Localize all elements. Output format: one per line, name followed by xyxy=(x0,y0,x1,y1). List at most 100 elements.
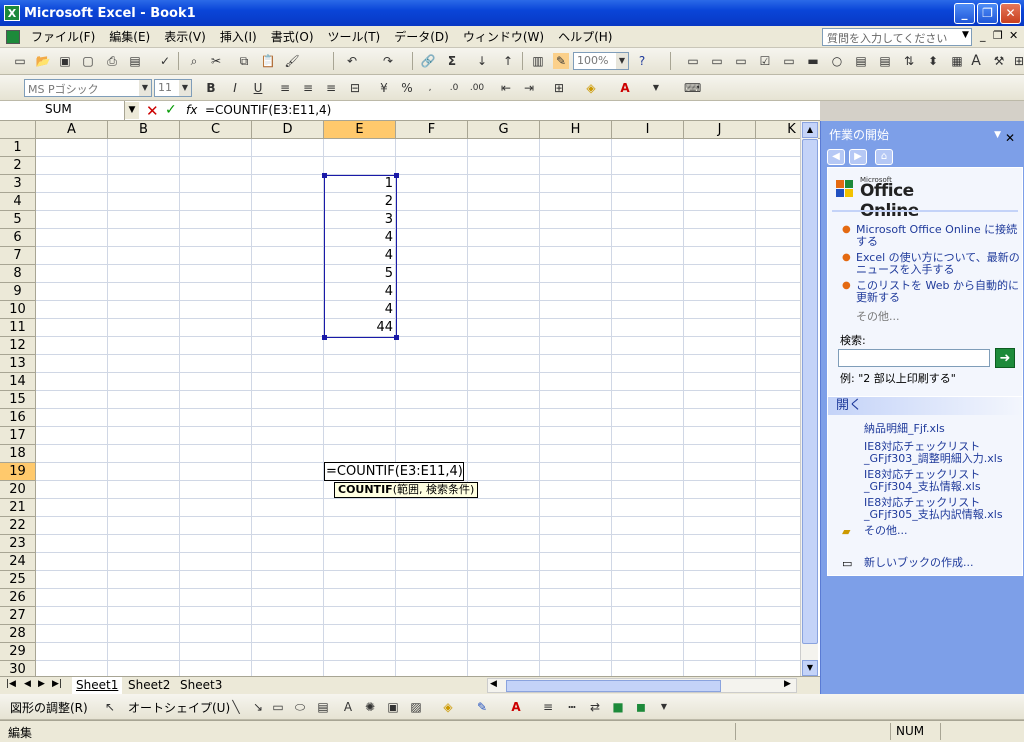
format-painter-icon[interactable]: 🖌 xyxy=(284,53,300,69)
draw-toolbar-options-icon[interactable]: ▼ xyxy=(656,699,672,715)
control-icon-2[interactable]: ▬ xyxy=(805,53,821,69)
reviewing-icon-2[interactable]: ▭ xyxy=(709,53,725,69)
shadow-icon[interactable]: ■ xyxy=(610,699,626,715)
picture-icon[interactable]: ▨ xyxy=(408,699,424,715)
row-header-11[interactable]: 11 xyxy=(0,319,36,337)
row-header-26[interactable]: 26 xyxy=(0,589,36,607)
column-header-b[interactable]: B xyxy=(108,121,180,139)
currency-icon[interactable]: ¥ xyxy=(376,80,392,96)
worksheet-grid[interactable]: ABCDEFGHIJK 1 2 3 4 5 6 7 8 9 10 11 12 13 14 15 16 17 18 1… xyxy=(0,121,820,678)
menu-format[interactable]: 書式(O) xyxy=(264,28,321,45)
column-header-g[interactable]: G xyxy=(468,121,540,139)
recent-file-4[interactable]: IE8対応チェックリスト_GFjf305_支払内訳情報.xls xyxy=(864,497,1022,521)
scroll-right-icon[interactable]: ▶ xyxy=(784,679,791,689)
recent-file-1[interactable]: 納品明細_Fjf.xls xyxy=(864,423,1022,435)
sort-descending-icon[interactable]: ↑ xyxy=(500,53,516,69)
comma-style-icon[interactable]: , xyxy=(422,80,438,96)
menu-view[interactable]: 表示(V) xyxy=(157,28,213,45)
prev-sheet-icon[interactable]: ◀ xyxy=(24,679,31,689)
cancel-icon[interactable]: ✕ xyxy=(146,102,159,120)
wordart-icon[interactable]: A xyxy=(340,699,356,715)
link-auto-update[interactable]: このリストを Web から自動的に更新する xyxy=(856,280,1021,304)
research-icon[interactable]: ⌕ xyxy=(186,53,202,69)
select-objects-icon[interactable]: ↖ xyxy=(102,699,118,715)
doc-close-button[interactable]: ✕ xyxy=(1009,29,1018,42)
borders-icon[interactable]: ⊞ xyxy=(551,80,567,96)
more-controls-icon[interactable]: ⊞ xyxy=(1011,53,1024,69)
draw-fill-color-icon[interactable]: ◈ xyxy=(440,699,456,715)
reviewing-icon-3[interactable]: ▭ xyxy=(733,53,749,69)
clipart-icon[interactable]: ▣ xyxy=(385,699,401,715)
vertical-scrollbar[interactable]: ▲ ▼ xyxy=(800,121,818,678)
row-header-16[interactable]: 16 xyxy=(0,409,36,427)
open-icon[interactable]: 📂 xyxy=(35,53,51,69)
dash-style-icon[interactable]: ┅ xyxy=(564,699,580,715)
spelling-icon[interactable]: ✓ xyxy=(157,53,173,69)
font-name-dropdown-icon[interactable]: ▼ xyxy=(139,80,151,96)
row-header-5[interactable]: 5 xyxy=(0,211,36,229)
forward-icon[interactable]: ▶ xyxy=(849,149,867,165)
merge-center-icon[interactable]: ⊟ xyxy=(347,80,363,96)
row-header-7[interactable]: 7 xyxy=(0,247,36,265)
text-control-icon[interactable]: A xyxy=(968,53,984,69)
zoom-dropdown-icon[interactable]: ▼ xyxy=(616,53,628,69)
zoom-combo[interactable]: 100% ▼ xyxy=(573,52,629,70)
last-sheet-icon[interactable]: ▶| xyxy=(52,679,62,689)
align-left-icon[interactable]: ≡ xyxy=(277,80,293,96)
save-icon[interactable]: ▣ xyxy=(57,53,73,69)
enter-icon[interactable]: ✓ xyxy=(165,102,177,118)
draw-adjust-menu[interactable]: 図形の調整(R) xyxy=(10,699,88,716)
menu-insert[interactable]: 挿入(I) xyxy=(213,28,264,45)
selection-handle[interactable] xyxy=(394,173,399,178)
row-header-8[interactable]: 8 xyxy=(0,265,36,283)
decrease-indent-icon[interactable]: ⇤ xyxy=(498,80,514,96)
drawing-icon[interactable]: ✎ xyxy=(553,53,569,69)
active-cell-editor[interactable]: =COUNTIF(E3:E11,4) xyxy=(324,462,464,481)
formula-input[interactable]: =COUNTIF(E3:E11,4) xyxy=(205,103,331,117)
new-book-link[interactable]: 新しいブックの作成... xyxy=(864,557,1022,569)
row-header-2[interactable]: 2 xyxy=(0,157,36,175)
checkbox-control-icon[interactable]: ☑ xyxy=(757,53,773,69)
control-icon-7[interactable]: ⬍ xyxy=(925,53,941,69)
chart-wizard-icon[interactable]: ▥ xyxy=(530,53,546,69)
row-header-3[interactable]: 3 xyxy=(0,175,36,193)
row-header-9[interactable]: 9 xyxy=(0,283,36,301)
sheet-tab-2[interactable]: Sheet2 xyxy=(124,677,174,694)
row-header-27[interactable]: 27 xyxy=(0,607,36,625)
control-icon-6[interactable]: ⇅ xyxy=(901,53,917,69)
column-header-c[interactable]: C xyxy=(180,121,252,139)
name-box-dropdown-icon[interactable]: ▼ xyxy=(125,102,139,119)
row-header-24[interactable]: 24 xyxy=(0,553,36,571)
row-header-19[interactable]: 19 xyxy=(0,463,36,481)
home-icon[interactable]: ⌂ xyxy=(875,149,893,165)
row-header-22[interactable]: 22 xyxy=(0,517,36,535)
increase-decimal-icon[interactable]: .0 xyxy=(446,80,462,96)
print-preview-icon[interactable]: ▤ xyxy=(127,53,143,69)
font-size-combo[interactable]: 11 ▼ xyxy=(154,79,192,97)
font-color-icon[interactable]: A xyxy=(617,80,633,96)
first-sheet-icon[interactable]: |◀ xyxy=(6,679,16,689)
toolbar-options-icon[interactable]: ▼ xyxy=(648,80,664,96)
permission-icon[interactable]: ▢ xyxy=(80,53,96,69)
scroll-left-icon[interactable]: ◀ xyxy=(490,679,497,689)
row-header-1[interactable]: 1 xyxy=(0,139,36,157)
3d-icon[interactable]: ◼ xyxy=(633,699,649,715)
row-header-25[interactable]: 25 xyxy=(0,571,36,589)
hyperlink-icon[interactable]: 🔗 xyxy=(420,53,436,69)
link-office-online[interactable]: Microsoft Office Online に接続する xyxy=(856,224,1021,248)
scroll-up-icon[interactable]: ▲ xyxy=(802,122,818,138)
arrow-icon[interactable]: ↘ xyxy=(250,699,266,715)
row-header-23[interactable]: 23 xyxy=(0,535,36,553)
recent-file-3[interactable]: IE8対応チェックリスト_GFjf304_支払情報.xls xyxy=(864,469,1022,493)
oval-icon[interactable]: ⬭ xyxy=(292,699,308,715)
ask-question-input[interactable]: 質問を入力してください xyxy=(822,28,972,46)
autoshape-menu[interactable]: オートシェイプ(U) xyxy=(128,699,230,716)
column-header-h[interactable]: H xyxy=(540,121,612,139)
font-size-dropdown-icon[interactable]: ▼ xyxy=(179,80,191,96)
control-icon-5[interactable]: ▤ xyxy=(877,53,893,69)
recent-file-2[interactable]: IE8対応チェックリスト_GFjf303_調整明細入力.xls xyxy=(864,441,1022,465)
line-color-icon[interactable]: ✎ xyxy=(474,699,490,715)
column-header-i[interactable]: I xyxy=(612,121,684,139)
tooltip-function-name[interactable]: COUNTIF xyxy=(338,483,393,496)
row-header-10[interactable]: 10 xyxy=(0,301,36,319)
